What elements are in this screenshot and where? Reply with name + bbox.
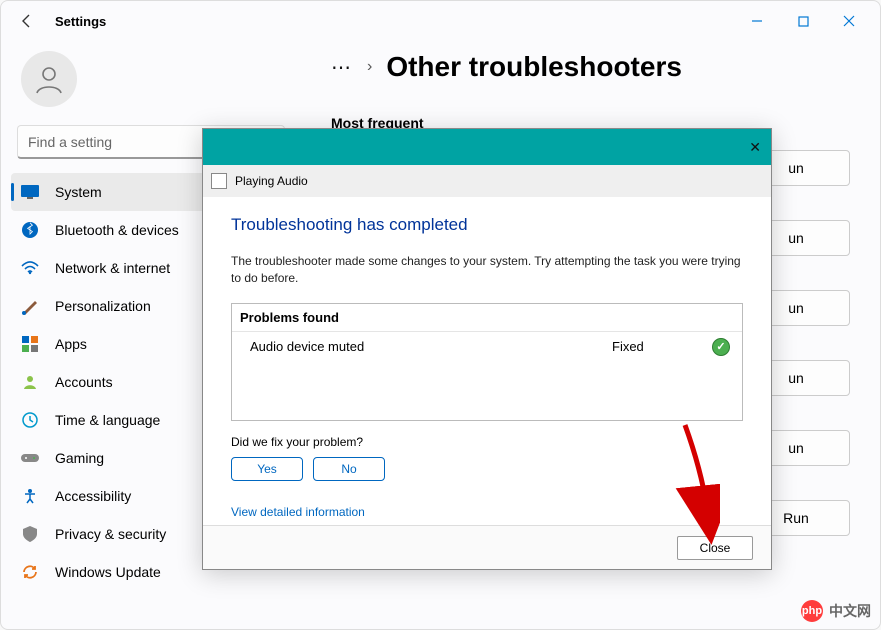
dialog-description: The troubleshooter made some changes to …: [231, 253, 743, 287]
no-button[interactable]: No: [313, 457, 385, 481]
close-button[interactable]: Close: [677, 536, 753, 560]
shield-icon: [21, 525, 39, 543]
breadcrumb-ellipsis[interactable]: ⋯: [331, 55, 353, 80]
troubleshooter-dialog: ✕ Playing Audio Troubleshooting has comp…: [202, 128, 772, 570]
window-title: Settings: [55, 14, 106, 29]
sidebar-item-label: Time & language: [55, 412, 160, 428]
titlebar: Settings: [1, 1, 880, 41]
gaming-icon: [21, 449, 39, 467]
audio-icon: [211, 173, 227, 189]
avatar[interactable]: [21, 51, 77, 107]
sidebar-item-label: Accounts: [55, 374, 113, 390]
dialog-header: Playing Audio: [203, 165, 771, 197]
apps-icon: [21, 335, 39, 353]
dialog-title: Playing Audio: [235, 174, 308, 188]
chevron-right-icon: ›: [367, 58, 372, 76]
yes-button[interactable]: Yes: [231, 457, 303, 481]
problems-heading: Problems found: [232, 304, 742, 332]
sidebar-item-label: Accessibility: [55, 488, 131, 504]
problem-row: Audio device muted Fixed ✓: [232, 332, 742, 362]
minimize-button[interactable]: [734, 5, 780, 37]
close-window-button[interactable]: [826, 5, 872, 37]
system-icon: [21, 183, 39, 201]
dialog-titlebar: ✕: [203, 129, 771, 165]
view-details-link[interactable]: View detailed information: [231, 505, 365, 519]
problem-status: Fixed: [612, 339, 712, 354]
page-title: Other troubleshooters: [386, 51, 682, 83]
dialog-heading: Troubleshooting has completed: [231, 215, 743, 235]
accounts-icon: [21, 373, 39, 391]
sidebar-item-label: Personalization: [55, 298, 151, 314]
checkmark-icon: ✓: [712, 338, 730, 356]
sidebar-item-label: Bluetooth & devices: [55, 222, 179, 238]
sidebar-item-label: System: [55, 184, 102, 200]
update-icon: [21, 563, 39, 581]
watermark-badge: php: [801, 600, 823, 622]
sidebar-item-label: Network & internet: [55, 260, 170, 276]
problem-name: Audio device muted: [244, 339, 612, 354]
sidebar-item-label: Windows Update: [55, 564, 161, 580]
search-placeholder: Find a setting: [28, 134, 112, 150]
wifi-icon: [21, 259, 39, 277]
dialog-close-x[interactable]: ✕: [749, 139, 761, 156]
clock-icon: [21, 411, 39, 429]
problems-found-box: Problems found Audio device muted Fixed …: [231, 303, 743, 421]
sidebar-item-label: Apps: [55, 336, 87, 352]
watermark-text: 中文网: [829, 601, 871, 621]
maximize-button[interactable]: [780, 5, 826, 37]
accessibility-icon: [21, 487, 39, 505]
fix-question: Did we fix your problem?: [231, 435, 743, 449]
watermark: php 中文网: [801, 600, 871, 622]
sidebar-item-label: Privacy & security: [55, 526, 166, 542]
breadcrumb: ⋯ › Other troubleshooters: [331, 51, 850, 83]
sidebar-item-label: Gaming: [55, 450, 104, 466]
back-button[interactable]: [9, 3, 45, 39]
brush-icon: [21, 297, 39, 315]
bluetooth-icon: [21, 221, 39, 239]
